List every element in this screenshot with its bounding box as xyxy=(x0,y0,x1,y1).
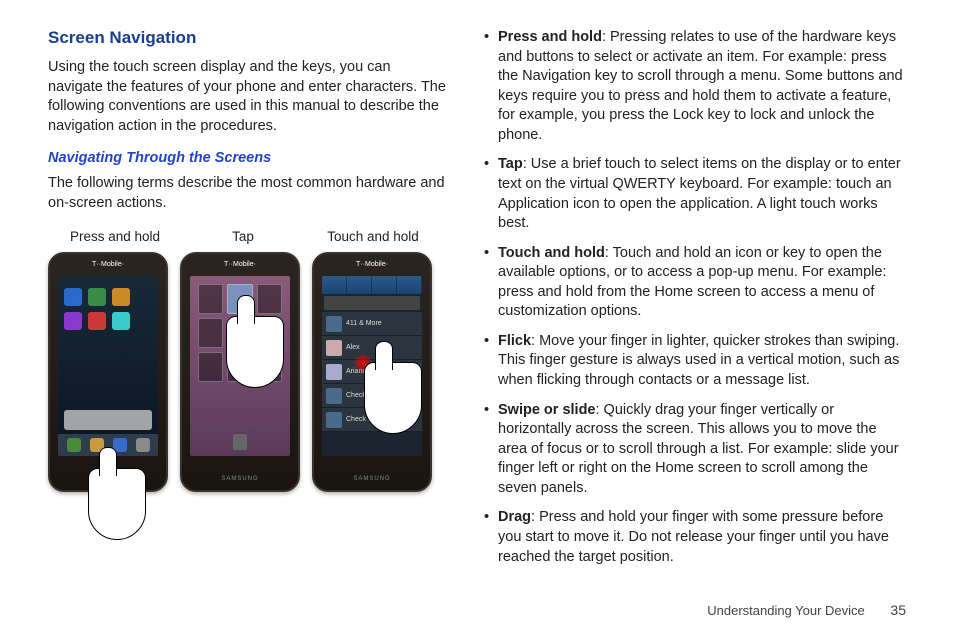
sub-heading: Navigating Through the Screens xyxy=(48,150,448,166)
carrier-label: T··Mobile· xyxy=(182,261,298,268)
phone-illustration-row: T··Mobile· xyxy=(48,252,448,492)
contact-name: Alex xyxy=(346,344,360,351)
definition-term: Touch and hold xyxy=(498,245,605,261)
phone-label-3: Touch and hold xyxy=(308,229,438,244)
sub-intro-paragraph: The following terms describe the most co… xyxy=(48,174,448,213)
intro-paragraph: Using the touch screen display and the k… xyxy=(48,58,448,136)
definition-desc: : Use a brief touch to select items on t… xyxy=(498,156,901,231)
carrier-label: T··Mobile· xyxy=(314,261,430,268)
carrier-label: T··Mobile· xyxy=(50,261,166,268)
definition-term: Tap xyxy=(498,156,523,172)
page-footer: Understanding Your Device 35 xyxy=(707,602,906,618)
definition-desc: : Pressing relates to use of the hardwar… xyxy=(498,29,903,143)
trash-icon xyxy=(233,434,247,450)
definition-item: Touch and hold: Touch and hold an icon o… xyxy=(484,244,904,322)
phone-label-row: Press and hold Tap Touch and hold xyxy=(48,229,448,244)
hand-icon xyxy=(88,468,146,540)
definition-item: Flick: Move your finger in lighter, quic… xyxy=(484,332,904,391)
definition-desc: : Press and hold your finger with some p… xyxy=(498,509,889,564)
definition-desc: : Move your finger in lighter, quicker s… xyxy=(498,333,899,388)
phone-brand: SAMSUNG xyxy=(314,476,430,482)
phone-touch-and-hold: T··Mobile· 411 & More Alex Arianna Check… xyxy=(312,252,432,492)
definition-item: Tap: Use a brief touch to select items o… xyxy=(484,155,904,233)
definition-item: Press and hold: Pressing relates to use … xyxy=(484,28,904,145)
definition-item: Swipe or slide: Quickly drag your finger… xyxy=(484,401,904,499)
phone-brand: SAMSUNG xyxy=(182,476,298,482)
hand-icon xyxy=(226,316,284,388)
contact-name: 411 & More xyxy=(346,320,382,327)
page-number: 35 xyxy=(890,602,906,618)
definition-list: Press and hold: Pressing relates to use … xyxy=(484,28,904,567)
phone-label-1: Press and hold xyxy=(48,229,178,244)
hand-icon xyxy=(364,362,422,434)
phone-tap: T··Mobile· SAMSUNG xyxy=(180,252,300,492)
section-heading: Screen Navigation xyxy=(48,28,448,48)
phone-label-2: Tap xyxy=(178,229,308,244)
chapter-name: Understanding Your Device xyxy=(707,603,865,618)
definition-item: Drag: Press and hold your finger with so… xyxy=(484,508,904,567)
definition-term: Press and hold xyxy=(498,29,602,45)
definition-term: Drag xyxy=(498,509,531,525)
definition-term: Swipe or slide xyxy=(498,402,596,418)
definition-term: Flick xyxy=(498,333,531,349)
phone-press-and-hold: T··Mobile· xyxy=(48,252,168,492)
